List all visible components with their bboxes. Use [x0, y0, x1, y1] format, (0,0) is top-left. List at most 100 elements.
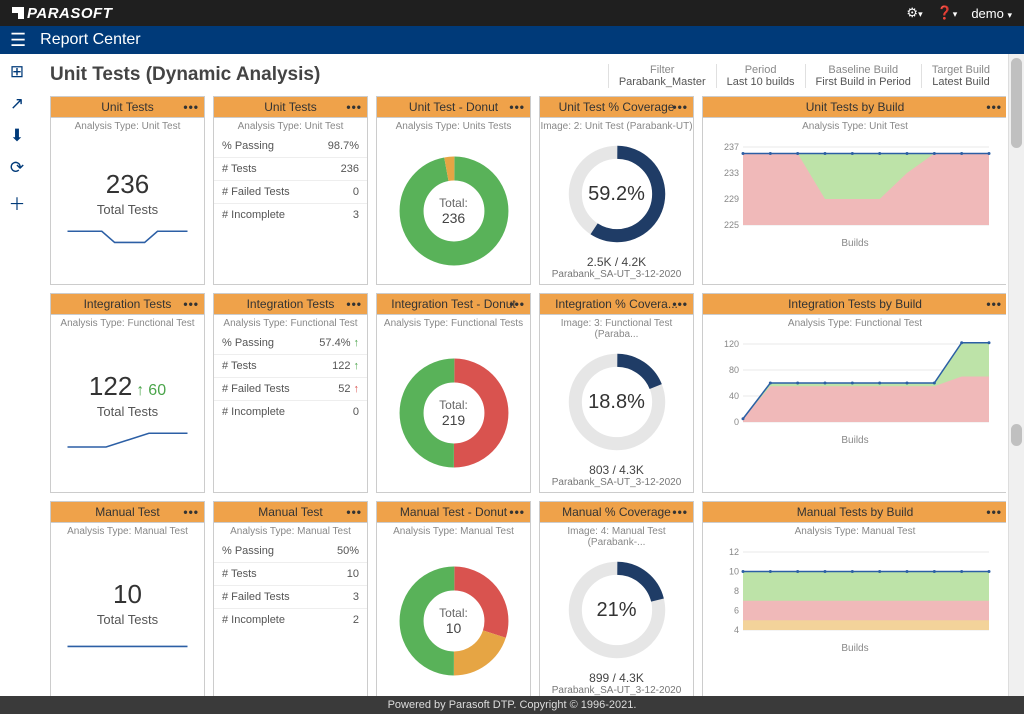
filter-label: Filter — [619, 64, 706, 76]
chart-xlabel: Builds — [703, 236, 1006, 251]
donut-widget[interactable]: Manual Test - Donut••• Analysis Type: Ma… — [376, 501, 531, 696]
widget-subtitle: Analysis Type: Manual Test — [703, 523, 1006, 540]
coverage-widget[interactable]: Unit Test % Coverage••• Image: 2: Unit T… — [539, 96, 694, 285]
more-icon[interactable]: ••• — [672, 297, 688, 311]
more-icon[interactable]: ••• — [183, 297, 199, 311]
download-icon[interactable]: ⬇ — [10, 126, 24, 146]
trend-chart: 04080120 — [703, 332, 1006, 433]
count-label: Total Tests — [97, 202, 158, 217]
svg-text:225: 225 — [724, 220, 739, 230]
count-widget[interactable]: Integration Tests••• Analysis Type: Func… — [50, 293, 205, 493]
coverage-gauge: 21% — [562, 555, 672, 665]
widget-header: Manual % Coverage••• — [540, 502, 693, 523]
hamburger-icon[interactable]: ☰ — [10, 30, 26, 51]
widget-header: Integration Test - Donut••• — [377, 294, 530, 315]
widget-subtitle: Analysis Type: Functional Test — [51, 315, 204, 332]
widget-subtitle: Analysis Type: Functional Test — [214, 315, 367, 332]
filter-cell[interactable]: Target BuildLatest Build — [921, 64, 1000, 88]
more-icon[interactable]: ••• — [183, 505, 199, 519]
widget-header: Unit Test - Donut••• — [377, 97, 530, 118]
trend-chart: 225229233237 — [703, 135, 1006, 236]
stat-row: # Incomplete0 — [214, 400, 367, 423]
widget-subtitle: Image: 3: Functional Test (Paraba... — [540, 315, 693, 343]
stat-row: # Failed Tests0 — [214, 180, 367, 203]
widget-subtitle: Analysis Type: Manual Test — [214, 523, 367, 540]
widget-header: Unit Tests••• — [214, 97, 367, 118]
trend-widget[interactable]: Manual Tests by Build••• Analysis Type: … — [702, 501, 1006, 696]
add-icon[interactable]: ＋ — [9, 190, 26, 215]
app-header: ☰ Report Center — [0, 26, 1024, 54]
widget-subtitle: Image: 4: Manual Test (Parabank-... — [540, 523, 693, 551]
widget-subtitle: Analysis Type: Unit Test — [214, 118, 367, 135]
coverage-ratio: 803 / 4.3K — [589, 463, 644, 477]
more-icon[interactable]: ••• — [986, 505, 1002, 519]
more-icon[interactable]: ••• — [346, 297, 362, 311]
page-header: Unit Tests (Dynamic Analysis) FilterPara… — [34, 54, 1006, 96]
widget-header: Unit Tests by Build••• — [703, 97, 1006, 118]
widget-subtitle: Analysis Type: Manual Test — [377, 523, 530, 540]
count-value: 10 — [113, 579, 142, 610]
donut-chart: Total:10 — [398, 565, 510, 677]
stats-widget[interactable]: Manual Test••• Analysis Type: Manual Tes… — [213, 501, 368, 696]
filter-cell[interactable]: Baseline BuildFirst Build in Period — [805, 64, 921, 88]
svg-text:80: 80 — [729, 365, 739, 375]
widget-header: Manual Test••• — [51, 502, 204, 523]
donut-chart: Total:236 — [398, 155, 510, 267]
more-icon[interactable]: ••• — [672, 100, 688, 114]
filter-value: First Build in Period — [816, 76, 911, 88]
donut-widget[interactable]: Unit Test - Donut••• Analysis Type: Unit… — [376, 96, 531, 285]
stat-row: # Incomplete3 — [214, 203, 367, 226]
gear-icon[interactable]: ⚙▾ — [906, 5, 922, 21]
filter-cell[interactable]: PeriodLast 10 builds — [716, 64, 805, 88]
stat-row: # Incomplete2 — [214, 608, 367, 631]
filter-label: Baseline Build — [816, 64, 911, 76]
scrollbar[interactable] — [1008, 54, 1024, 696]
donut-widget[interactable]: Integration Test - Donut••• Analysis Typ… — [376, 293, 531, 493]
scroll-thumb[interactable] — [1011, 424, 1022, 446]
help-icon[interactable]: ❓▾ — [937, 5, 958, 21]
add-widget-icon[interactable]: ⊞ — [10, 62, 24, 82]
more-icon[interactable]: ••• — [672, 505, 688, 519]
trend-widget[interactable]: Unit Tests by Build••• Analysis Type: Un… — [702, 96, 1006, 285]
stat-row: # Tests236 — [214, 157, 367, 180]
trend-chart: 4681012 — [703, 540, 1006, 641]
coverage-ratio: 899 / 4.3K — [589, 671, 644, 685]
svg-text:233: 233 — [724, 168, 739, 178]
filter-cell[interactable]: FilterParabank_Master — [608, 64, 716, 88]
filters-bar: FilterParabank_MasterPeriodLast 10 build… — [608, 64, 1000, 88]
count-widget[interactable]: Unit Tests••• Analysis Type: Unit Test 2… — [50, 96, 205, 285]
user-menu[interactable]: demo ▾ — [971, 6, 1012, 21]
export-icon[interactable]: ↗ — [10, 94, 24, 114]
widget-header: Manual Tests by Build••• — [703, 502, 1006, 523]
svg-text:8: 8 — [734, 586, 739, 596]
brand-logo: PARASOFT — [12, 5, 112, 22]
footer: Powered by Parasoft DTP. Copyright © 199… — [0, 696, 1024, 714]
stat-row: % Passing50% — [214, 540, 367, 562]
widget-header: Integration Tests by Build••• — [703, 294, 1006, 315]
count-value: 122↑60 — [89, 371, 166, 402]
count-widget[interactable]: Manual Test••• Analysis Type: Manual Tes… — [50, 501, 205, 696]
count-label: Total Tests — [97, 612, 158, 627]
coverage-widget[interactable]: Manual % Coverage••• Image: 4: Manual Te… — [539, 501, 694, 696]
refresh-icon[interactable]: ⟳ — [10, 158, 24, 178]
more-icon[interactable]: ••• — [986, 100, 1002, 114]
more-icon[interactable]: ••• — [346, 100, 362, 114]
trend-widget[interactable]: Integration Tests by Build••• Analysis T… — [702, 293, 1006, 493]
more-icon[interactable]: ••• — [509, 505, 525, 519]
app-title: Report Center — [40, 31, 141, 49]
more-icon[interactable]: ••• — [986, 297, 1002, 311]
stats-widget[interactable]: Unit Tests••• Analysis Type: Unit Test %… — [213, 96, 368, 285]
widget-subtitle: Analysis Type: Units Tests — [377, 118, 530, 135]
svg-text:4: 4 — [734, 625, 739, 635]
svg-text:0: 0 — [734, 417, 739, 427]
coverage-foot: Parabank_SA-UT_3-12-2020 — [552, 269, 682, 280]
logo-icon — [12, 7, 24, 19]
stats-widget[interactable]: Integration Tests••• Analysis Type: Func… — [213, 293, 368, 493]
more-icon[interactable]: ••• — [346, 505, 362, 519]
more-icon[interactable]: ••• — [183, 100, 199, 114]
coverage-widget[interactable]: Integration % Covera...••• Image: 3: Fun… — [539, 293, 694, 493]
more-icon[interactable]: ••• — [509, 100, 525, 114]
more-icon[interactable]: ••• — [509, 297, 525, 311]
widget-subtitle: Analysis Type: Manual Test — [51, 523, 204, 540]
scroll-thumb[interactable] — [1011, 58, 1022, 148]
